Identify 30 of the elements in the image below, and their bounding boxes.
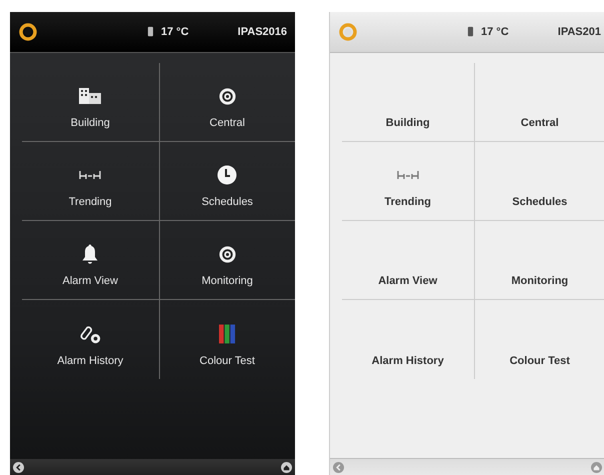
colour-bars-icon [218,324,236,344]
menu-tile[interactable]: Trending [342,142,474,221]
menu-tile[interactable]: Colour Test [474,300,604,379]
menu-tile[interactable]: Alarm View [22,221,158,300]
logo-icon [338,22,358,42]
device-name: IPAS2016 [238,26,287,38]
trend-icon [79,170,102,180]
clock-icon [217,165,238,185]
menu-tile[interactable]: Monitoring [158,221,295,300]
menu-tile[interactable]: Alarm History [22,300,158,379]
temperature-text: 17 °C [481,26,509,38]
menu-tile[interactable]: Schedules [474,142,604,221]
menu-tile[interactable]: Central [158,63,295,142]
logo-icon [18,22,38,42]
home-icon[interactable] [281,462,292,472]
menu-tile[interactable]: Building [22,63,158,142]
building-icon [79,88,102,104]
menu-tile[interactable]: Building [342,63,474,142]
menu-tile[interactable]: Colour Test [158,300,295,379]
device-name: IPAS201 [558,26,601,38]
menu-tile[interactable]: Monitoring [474,221,604,300]
back-icon[interactable] [13,462,24,472]
bell-icon [82,244,98,264]
temperature-text: 17 °C [161,26,189,38]
menu-tile[interactable]: Central [474,63,604,142]
menu-tile[interactable]: Alarm History [342,300,474,379]
trend-icon [396,170,419,180]
menu-tile[interactable]: Schedules [158,142,295,221]
menu-tile[interactable]: Trending [22,142,158,221]
menu-tile[interactable]: Alarm View [342,221,474,300]
